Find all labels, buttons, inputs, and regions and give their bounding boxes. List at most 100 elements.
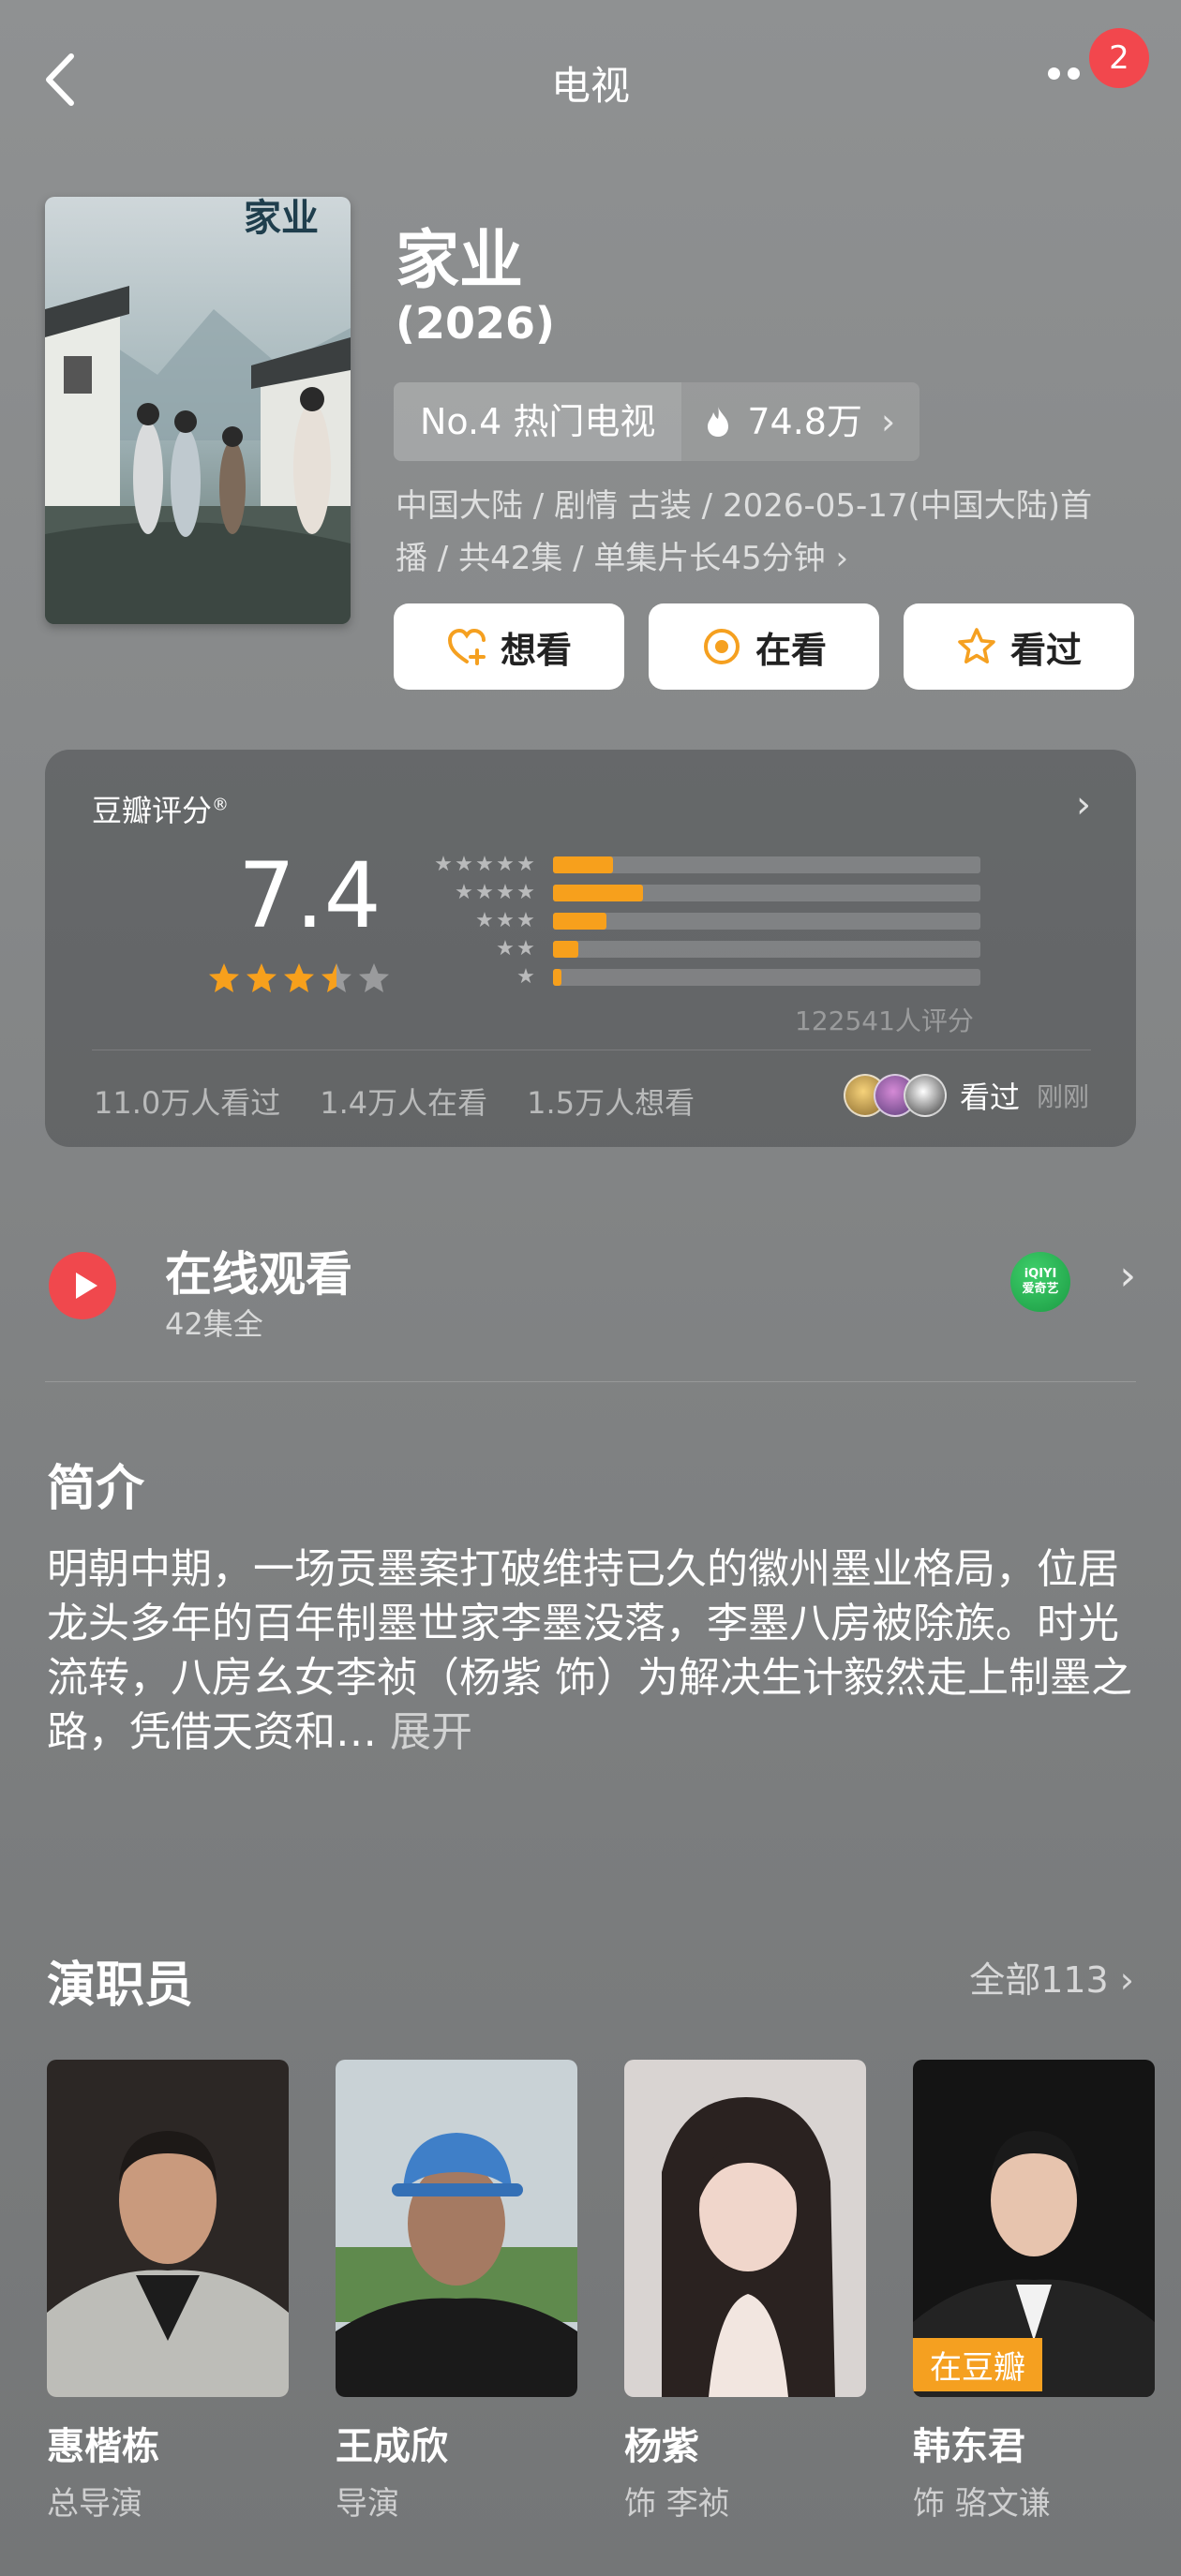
cast-card[interactable]: 惠楷栋 总导演	[47, 2060, 289, 2528]
more-dots-icon	[1068, 67, 1080, 80]
show-meta[interactable]: 中国大陆 / 剧情 古装 / 2026-05-17(中国大陆)首 播 / 共42…	[396, 480, 1136, 585]
synopsis-body: 明朝中期，一场贡墨案打破维持已久的徽州墨业格局，位居龙头多年的百年制墨世家李墨没…	[47, 1545, 1132, 1756]
want-count: 1.5万人想看	[527, 1085, 695, 1121]
friend-activity[interactable]: 看过 刚刚	[843, 1074, 1089, 1117]
divider	[45, 1381, 1136, 1382]
mini-star-icon: ★	[455, 881, 473, 904]
notification-badge[interactable]: 2	[1089, 28, 1149, 88]
cast-card[interactable]: 王成欣 导演	[336, 2060, 577, 2528]
play-icon	[76, 1273, 97, 1299]
mini-star-icon: ★	[475, 909, 494, 932]
rating-source-label: 豆瓣评分®	[92, 793, 230, 828]
mini-star-icon: ★	[475, 853, 494, 876]
more-button[interactable]	[1048, 66, 1095, 94]
distribution-bar-fill	[553, 885, 643, 901]
distribution-row: ★ ★	[424, 935, 980, 963]
rank-pill[interactable]: No.4 热门电视 74.8万 ›	[394, 382, 920, 461]
watching-label: 在看	[755, 629, 827, 671]
cast-card[interactable]: 在豆瓣 韩东君 饰 骆文谦	[913, 2060, 1155, 2528]
rating-star-icon	[209, 963, 239, 992]
top-bar: 电视 2	[0, 0, 1181, 159]
mini-star-icon: ★	[516, 909, 535, 932]
distribution-row: ★	[424, 963, 980, 991]
play-button[interactable]	[49, 1252, 116, 1319]
meta-line: 播 / 共42集 / 单集片长45分钟	[396, 540, 826, 577]
distribution-bar-track	[553, 885, 980, 901]
on-douban-tag: 在豆瓣	[913, 2338, 1042, 2391]
target-icon	[703, 629, 740, 664]
cast-name: 王成欣	[336, 2425, 448, 2468]
distribution-bar-track	[553, 856, 980, 873]
mini-star-icon: ★	[496, 881, 515, 904]
distribution-bar-track	[553, 913, 980, 930]
watched-button[interactable]: 看过	[904, 603, 1134, 690]
show-title: 家业	[396, 224, 524, 298]
iqiyi-logo-icon: iQIYI 爱奇艺	[1010, 1252, 1070, 1312]
chevron-right-icon: ›	[880, 401, 896, 442]
heart-plus-icon	[447, 628, 486, 665]
cast-list: 惠楷栋 总导演 王成欣 导演 杨紫 饰 李祯 在豆瓣 韩东君 饰 骆文谦	[47, 2060, 1181, 2528]
rank-label: No.4 热门电视	[394, 382, 682, 461]
episode-count: 42集全	[165, 1306, 263, 1342]
distribution-bar-fill	[553, 969, 562, 986]
friend-status: 看过	[959, 1080, 1020, 1115]
watching-button[interactable]: 在看	[649, 603, 879, 690]
cast-title: 演职员	[47, 1958, 194, 2014]
mini-star-icons: ★	[424, 967, 536, 988]
mini-star-icon: ★	[496, 909, 515, 932]
want-to-watch-label: 想看	[500, 629, 572, 671]
distribution-bar-track	[553, 969, 980, 986]
synopsis-text: 明朝中期，一场贡墨案打破维持已久的徽州墨业格局，位居龙头多年的百年制墨世家李墨没…	[47, 1542, 1134, 1760]
rating-star-icon	[359, 963, 389, 992]
rating-score: 7.4	[238, 843, 381, 948]
mini-star-icons: ★ ★	[424, 939, 536, 960]
mini-star-icon: ★	[475, 881, 494, 904]
friend-time: 刚刚	[1036, 1081, 1089, 1112]
want-to-watch-button[interactable]: 想看	[394, 603, 624, 690]
mini-star-icon: ★	[516, 937, 535, 960]
watch-online-row[interactable]: 在线观看 42集全 iQIYI 爱奇艺 ›	[45, 1218, 1136, 1342]
cast-name: 杨紫	[624, 2425, 699, 2468]
mini-star-icon: ★	[516, 853, 535, 876]
show-poster[interactable]: 家业	[45, 197, 351, 624]
see-all-cast-link[interactable]: 全部113 ›	[969, 1951, 1134, 2003]
mini-star-icons: ★ ★ ★ ★	[424, 883, 536, 903]
page-title: 电视	[550, 63, 630, 109]
synopsis-title: 简介	[47, 1461, 145, 1517]
watching-count: 1.4万人在看	[320, 1085, 488, 1121]
distribution-bar-fill	[553, 856, 613, 873]
rating-star-icon	[321, 963, 351, 992]
avatar	[903, 1074, 947, 1117]
poster-title-text: 家业	[244, 197, 319, 240]
distribution-bar-track	[553, 941, 980, 958]
mini-star-icon: ★	[455, 853, 473, 876]
cast-name: 韩东君	[913, 2425, 1025, 2468]
cast-photo	[47, 2060, 289, 2397]
distribution-row: ★ ★ ★ ★	[424, 879, 980, 907]
cast-role: 导演	[336, 2485, 399, 2523]
heat-indicator[interactable]: 74.8万 ›	[681, 382, 920, 461]
fire-icon	[708, 407, 729, 437]
expand-link[interactable]: 展开	[390, 1708, 472, 1756]
rating-star-icon	[284, 963, 314, 992]
cast-photo	[624, 2060, 866, 2397]
cast-card[interactable]: 杨紫 饰 李祯	[624, 2060, 866, 2528]
mini-star-icon: ★	[496, 937, 515, 960]
mini-star-icon: ★	[434, 853, 453, 876]
rating-distribution: ★ ★ ★ ★ ★ ★ ★ ★ ★ ★ ★ ★ ★ ★ ★	[424, 851, 980, 991]
watch-online-title: 在线观看	[165, 1247, 352, 1302]
star-outline-icon	[958, 628, 995, 664]
chevron-right-icon[interactable]: ›	[1076, 783, 1091, 826]
action-buttons: 想看 在看 看过	[394, 603, 1134, 690]
chevron-right-icon[interactable]: ›	[1119, 1252, 1136, 1300]
cast-role: 总导演	[47, 2485, 142, 2523]
distribution-bar-fill	[553, 913, 606, 930]
mini-star-icons: ★ ★ ★	[424, 911, 536, 931]
distribution-row: ★ ★ ★ ★ ★	[424, 851, 980, 879]
cast-photo: 在豆瓣	[913, 2060, 1155, 2397]
poster-image: 家业	[45, 197, 351, 624]
rating-card[interactable]: 豆瓣评分® › 7.4 ★ ★ ★ ★ ★ ★ ★ ★ ★ ★ ★ ★ ★ ★ ★ 122541人评分 11…	[45, 750, 1136, 1147]
distribution-bar-fill	[553, 941, 579, 958]
watched-count: 11.0万人看过	[94, 1085, 281, 1121]
meta-line-2: 播 / 共42集 / 单集片长45分钟 ›	[396, 532, 1136, 585]
